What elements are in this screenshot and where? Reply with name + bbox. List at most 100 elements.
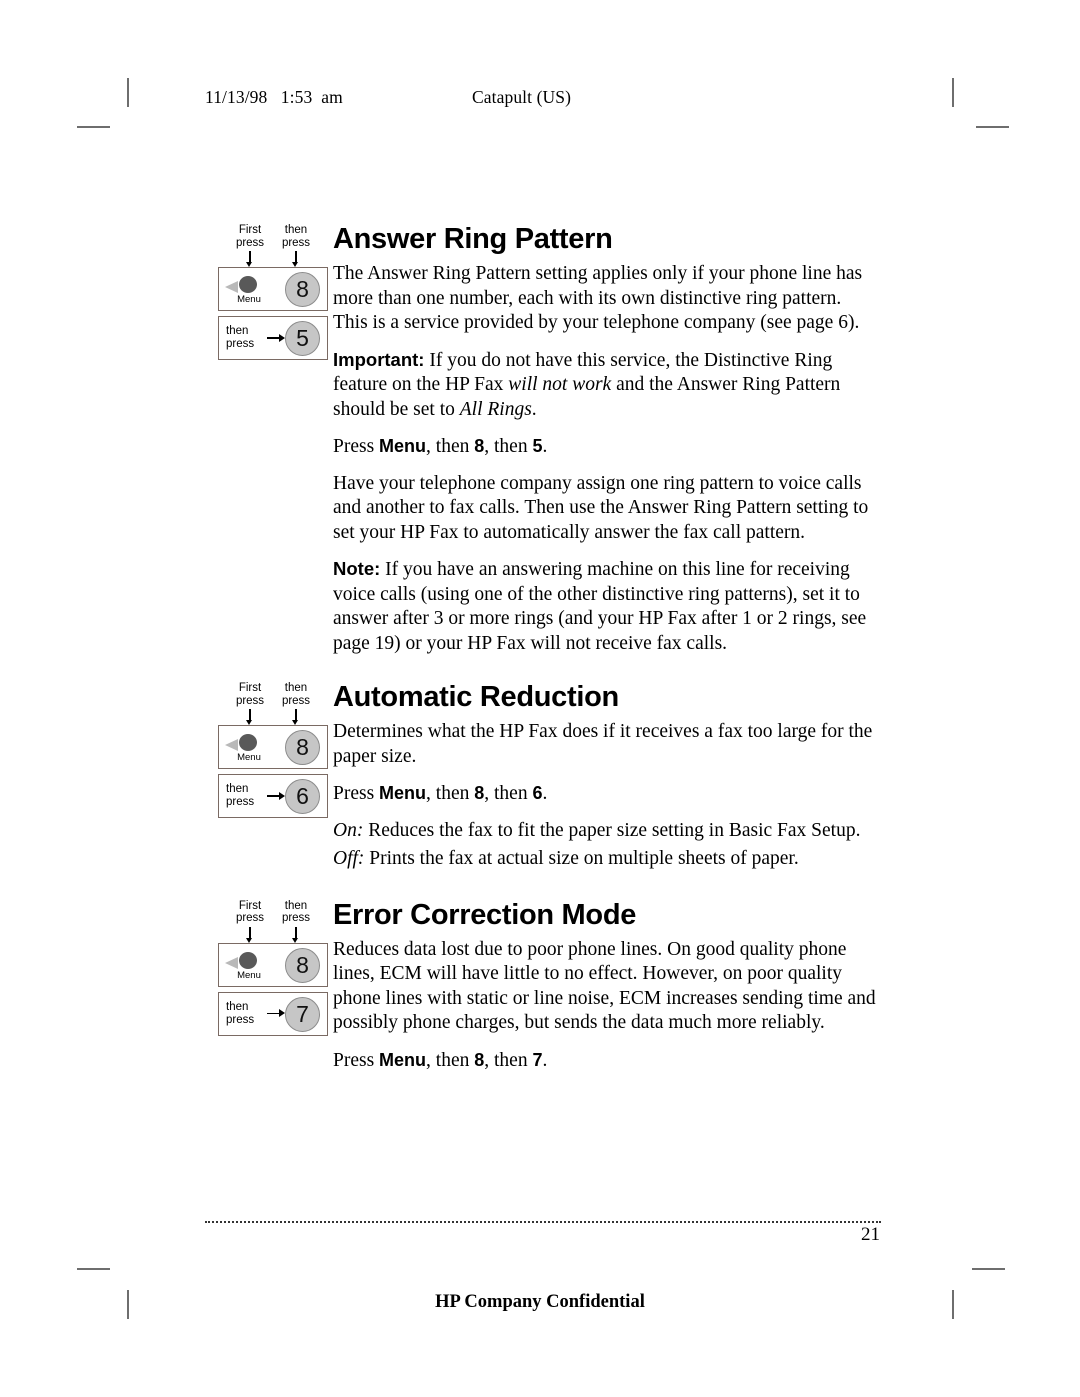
footer-dotted-rule — [205, 1221, 881, 1223]
key-box-step-1: Menu 8 — [218, 942, 328, 987]
section-automatic-reduction: First press then press Menu 8 then press — [218, 682, 880, 872]
header-timestamp: 11/13/98 1:53 am — [205, 87, 343, 107]
paragraph-press-sequence: Press Menu, then 8, then 6. — [333, 781, 880, 807]
press-mid1: , then — [426, 436, 475, 457]
caption-then-press: then press — [281, 224, 311, 249]
paragraph-press-sequence: Press Menu, then 8, then 7. — [333, 1048, 880, 1074]
paragraph-press-sequence: Press Menu, then 8, then 5. — [333, 434, 880, 460]
caption-first-press: First press — [235, 224, 265, 249]
caption-first-press: First press — [235, 899, 265, 925]
document-page: 11/13/98 1:53 am Catapult (US) First pre… — [0, 0, 1080, 1397]
section-answer-ring-pattern: First press then press Menu 8 then press — [218, 224, 880, 656]
key-name-first-digit: 8 — [474, 1049, 485, 1070]
paragraph-important: Important: If you do not have this servi… — [333, 348, 880, 423]
left-triangle-icon — [225, 281, 238, 293]
menu-button-dot-icon — [239, 734, 257, 751]
key-name-menu: Menu — [379, 783, 427, 803]
down-arrow-icon — [293, 251, 298, 267]
key-name-second-digit: 7 — [532, 1049, 543, 1070]
press-pre: Press — [333, 783, 380, 804]
down-arrow-icon — [247, 926, 252, 943]
option-on-text: Reduces the fax to fit the paper size se… — [363, 819, 861, 841]
down-arrow-icon — [293, 926, 298, 943]
key-box-step-2: then press 5 — [218, 316, 328, 360]
press-mid2: , then — [484, 783, 533, 804]
confidentiality-notice: HP Company Confidential — [435, 1292, 645, 1312]
menu-key-glyph: Menu — [225, 274, 279, 306]
section-heading: Automatic Reduction — [333, 681, 619, 713]
section-heading: Answer Ring Pattern — [333, 223, 613, 255]
crop-mark-top-left-horizontal — [77, 126, 110, 128]
key-name-menu: Menu — [379, 1049, 427, 1070]
press-pre: Press — [333, 1049, 380, 1071]
left-triangle-icon — [225, 956, 238, 969]
number-key-icon: 7 — [285, 996, 320, 1032]
menu-key-glyph: Menu — [225, 732, 279, 764]
key-name-first-digit: 8 — [474, 436, 485, 456]
key-name-menu: Menu — [379, 436, 427, 456]
key-name-second-digit: 5 — [532, 436, 543, 456]
section-heading: Error Correction Mode — [333, 898, 637, 931]
option-on-label: On: — [333, 819, 364, 841]
number-key-icon: 5 — [285, 321, 320, 356]
note-lead: Note: — [333, 558, 381, 579]
right-arrow-icon — [267, 1009, 285, 1017]
right-arrow-icon — [267, 334, 285, 341]
menu-button-dot-icon — [239, 276, 257, 293]
crop-mark-top-right-horizontal — [976, 126, 1009, 128]
crop-mark-top-right-vertical — [952, 78, 954, 107]
menu-button-dot-icon — [239, 951, 257, 969]
important-italic2: All Rings — [459, 398, 532, 420]
paragraph-assign: Have your telephone company assign one r… — [333, 472, 869, 543]
caption-then-press: then press — [281, 899, 311, 925]
section-body: Answer Ring Pattern The Answer Ring Patt… — [333, 224, 880, 656]
section-body: Error Correction Mode Reduces data lost … — [333, 898, 880, 1074]
key-diagram-captions: First press then press — [218, 224, 330, 267]
important-italic1: will not work — [508, 374, 612, 395]
number-key-icon: 8 — [285, 272, 320, 307]
paragraph-note: Note: If you have an answering machine o… — [333, 557, 880, 656]
important-lead: Important: — [333, 348, 425, 370]
press-mid2: , then — [484, 436, 533, 457]
crop-mark-bottom-left-horizontal — [77, 1268, 110, 1270]
paragraph-intro: The Answer Ring Pattern setting applies … — [333, 263, 863, 333]
menu-key-label: Menu — [237, 294, 261, 305]
press-mid1: , then — [426, 1049, 475, 1071]
caption-then-press-inline: then press — [226, 325, 255, 350]
key-sequence-diagram: First press then press Menu 8 then press — [218, 900, 330, 1036]
key-diagram-captions: First press then press — [218, 899, 330, 943]
section-error-correction-mode: First press then press Menu 8 then press — [218, 898, 880, 1074]
important-part3: . — [531, 398, 537, 420]
page-number: 21 — [861, 1224, 880, 1245]
crop-mark-top-left-vertical — [127, 78, 129, 107]
number-key-icon: 8 — [285, 730, 320, 765]
note-text: If you have an answering machine on this… — [333, 559, 867, 654]
down-arrow-icon — [247, 709, 252, 725]
press-mid1: , then — [426, 783, 475, 804]
paragraph-intro: Reduces data lost due to poor phone line… — [333, 938, 876, 1034]
caption-first-press: First press — [235, 682, 265, 707]
menu-key-glyph: Menu — [225, 950, 279, 982]
number-key-icon: 6 — [285, 779, 320, 814]
caption-then-press-inline: then press — [226, 783, 255, 808]
paragraph-intro: Determines what the HP Fax does if it re… — [333, 721, 873, 767]
key-box-step-1: Menu 8 — [218, 725, 328, 769]
press-mid2: , then — [484, 1049, 533, 1071]
press-pre: Press — [333, 436, 380, 457]
key-name-second-digit: 6 — [532, 783, 543, 803]
option-off-label: Off: — [333, 848, 365, 869]
menu-key-label: Menu — [237, 752, 261, 763]
paragraph-option-off: Off: Prints the fax at actual size on mu… — [333, 847, 880, 872]
key-box-step-2: then press 6 — [218, 774, 328, 818]
paragraph-option-on: On: Reduces the fax to fit the paper siz… — [333, 819, 880, 844]
right-arrow-icon — [267, 792, 285, 799]
number-key-icon: 8 — [285, 947, 320, 983]
caption-then-press-inline: then press — [226, 1000, 255, 1026]
section-body: Automatic Reduction Determines what the … — [333, 682, 880, 872]
key-sequence-diagram: First press then press Menu 8 then press — [218, 224, 330, 360]
down-arrow-icon — [247, 251, 252, 267]
key-box-step-1: Menu 8 — [218, 267, 328, 311]
press-post: . — [542, 436, 548, 457]
left-triangle-icon — [225, 739, 238, 751]
option-off-text: Prints the fax at actual size on multipl… — [364, 848, 799, 869]
